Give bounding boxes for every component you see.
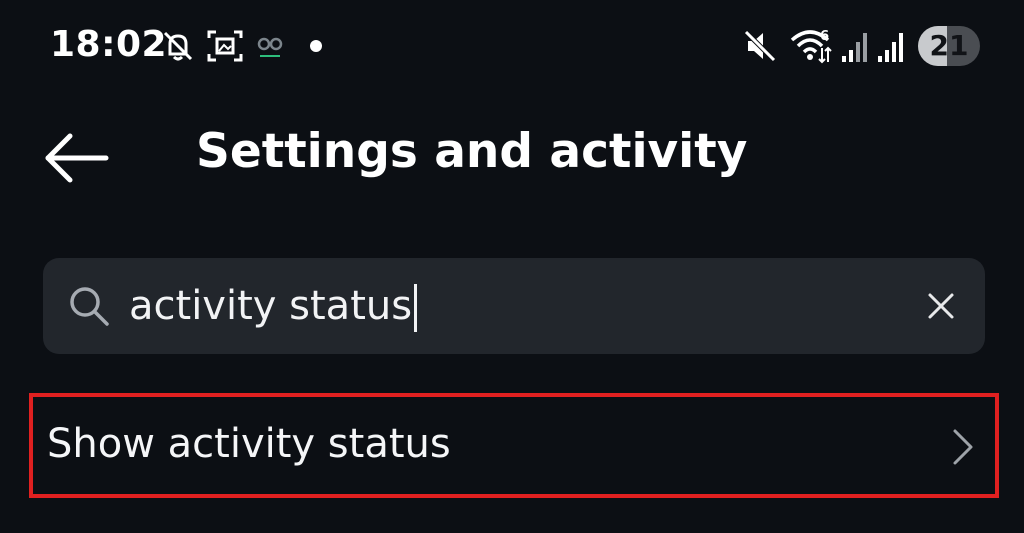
search-input-value: activity status [129, 283, 413, 329]
mute-icon [744, 30, 776, 62]
page-title: Settings and activity [196, 124, 748, 179]
screenshot-icon [207, 30, 243, 62]
dot-indicator [310, 40, 322, 52]
result-item-label: Show activity status [47, 421, 451, 467]
chevron-right-icon [953, 429, 973, 465]
wifi-icon: 6 [790, 29, 832, 64]
text-caret [414, 284, 418, 332]
link-icon [257, 37, 283, 57]
result-item-show-activity-status[interactable]: Show activity status [29, 393, 999, 498]
battery-level: 21 [929, 29, 969, 62]
signal-icon [878, 33, 903, 62]
status-time: 18:02 [50, 24, 168, 65]
close-icon [928, 293, 954, 319]
arrow-left-icon [45, 133, 109, 183]
status-bar: 18:02 6 21 [0, 0, 1024, 96]
back-button[interactable] [40, 128, 112, 188]
notifications-off-icon [163, 31, 193, 61]
signal-icon [842, 33, 867, 62]
search-input[interactable]: activity status [129, 276, 418, 336]
search-icon [70, 287, 109, 326]
clear-search-button[interactable] [925, 290, 957, 322]
svg-text:6: 6 [820, 29, 829, 44]
search-box[interactable]: activity status [43, 258, 985, 354]
battery-icon: 21 [918, 26, 980, 66]
